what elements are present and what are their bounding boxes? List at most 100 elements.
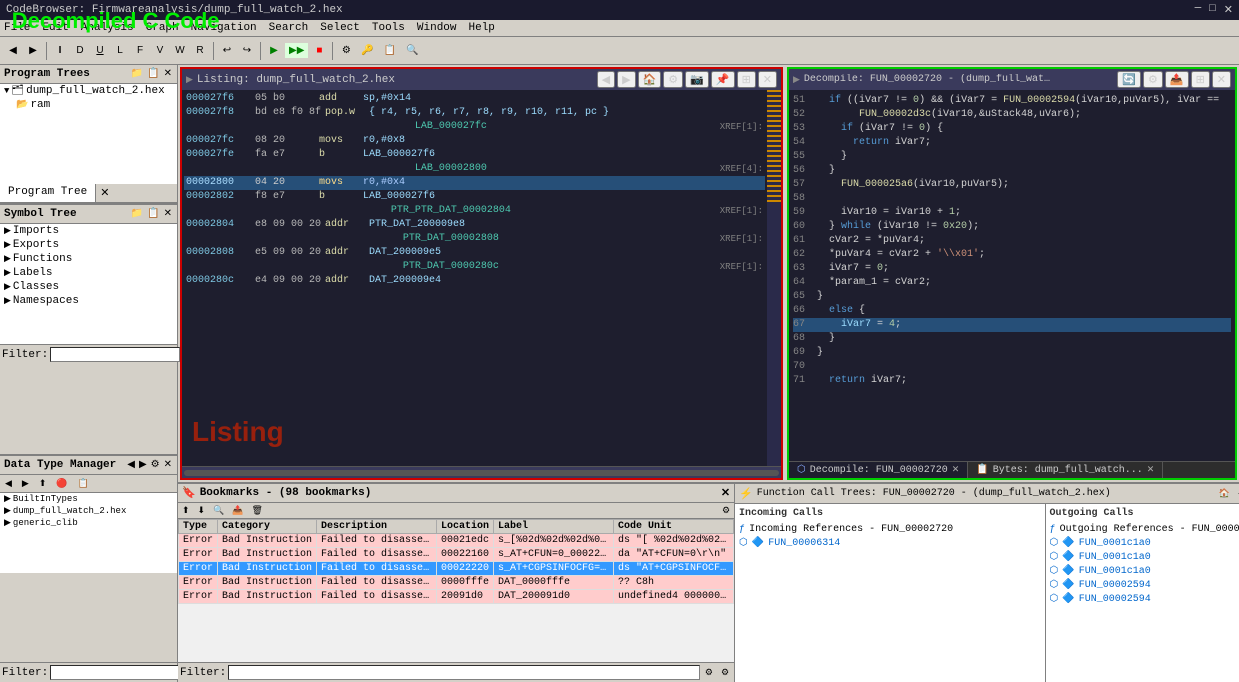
data-type-toolbar-btn1[interactable]: ◀ bbox=[2, 477, 15, 490]
outgoing-fun-1[interactable]: ⬡ 🔷 FUN_0001c1a0 bbox=[1050, 536, 1239, 550]
toolbar-r[interactable]: R bbox=[191, 43, 209, 58]
toolbar-undo[interactable]: ↩ bbox=[218, 43, 236, 58]
bm-toolbar-4[interactable]: 📤 bbox=[229, 504, 246, 517]
decompile-settings[interactable]: ⚙ bbox=[1143, 71, 1163, 88]
menu-window[interactable]: Window bbox=[417, 22, 457, 34]
data-type-toolbar-btn5[interactable]: 📋 bbox=[75, 477, 92, 490]
bm-filter-settings[interactable]: ⚙ bbox=[718, 666, 732, 679]
bm-col-category[interactable]: Category bbox=[218, 520, 317, 534]
close-btn[interactable]: ✕ bbox=[1224, 3, 1233, 17]
bm-row-4[interactable]: ErrorBad InstructionFailed to disassembl… bbox=[179, 576, 734, 590]
listing-settings[interactable]: ⚙ bbox=[663, 71, 683, 88]
bm-col-type[interactable]: Type bbox=[179, 520, 218, 534]
bm-filter-icon[interactable]: ⚙ bbox=[702, 666, 716, 679]
maximize-btn[interactable]: □ bbox=[1209, 3, 1216, 17]
data-type-toolbar-btn2[interactable]: ▶ bbox=[19, 477, 32, 490]
asm-line-2[interactable]: 000027f8 bd e8 f0 8f pop.w { r4, r5, r6,… bbox=[184, 106, 765, 120]
data-type-icon2[interactable]: ▶ bbox=[138, 458, 148, 472]
bm-toolbar-5[interactable]: 🗑 bbox=[249, 504, 266, 517]
toolbar-fwd[interactable]: ▶ bbox=[24, 43, 42, 58]
toolbar-i[interactable]: I bbox=[51, 43, 69, 58]
data-type-icon3[interactable]: ⚙ bbox=[150, 458, 161, 472]
menu-file[interactable]: File bbox=[4, 22, 30, 34]
bytes-tab-close[interactable]: ✕ bbox=[1147, 465, 1155, 475]
listing-expand[interactable]: ⊞ bbox=[737, 71, 756, 88]
bm-toolbar-settings[interactable]: ⚙ bbox=[719, 504, 733, 517]
toolbar-more2[interactable]: 🔑 bbox=[357, 43, 377, 58]
outgoing-fun-2[interactable]: ⬡ 🔷 FUN_0001c1a0 bbox=[1050, 550, 1239, 564]
bm-row-1[interactable]: ErrorBad InstructionFailed to disassembl… bbox=[179, 534, 734, 548]
data-type-close[interactable]: ✕ bbox=[163, 458, 173, 472]
menu-tools[interactable]: Tools bbox=[372, 22, 405, 34]
listing-nav-back[interactable]: ◀ bbox=[597, 71, 615, 88]
decompile-expand[interactable]: ⊞ bbox=[1191, 71, 1210, 88]
toolbar-f[interactable]: F bbox=[131, 43, 149, 58]
dt-builtin[interactable]: ▶BuiltInTypes bbox=[0, 493, 177, 505]
toolbar-u[interactable]: U bbox=[91, 43, 109, 58]
menu-navigation[interactable]: Navigation bbox=[191, 22, 257, 34]
toolbar-back[interactable]: ◀ bbox=[4, 43, 22, 58]
func-nav-back[interactable]: ◀ bbox=[1235, 486, 1239, 501]
toolbar-w[interactable]: W bbox=[171, 43, 189, 58]
bm-toolbar-3[interactable]: 🔍 bbox=[210, 504, 227, 517]
decompile-refresh[interactable]: 🔄 bbox=[1117, 71, 1141, 88]
symbol-tree-close[interactable]: ✕ bbox=[163, 207, 173, 221]
toolbar-stop[interactable]: ■ bbox=[310, 43, 328, 58]
decompile-export[interactable]: 📤 bbox=[1165, 71, 1189, 88]
incoming-fun-1[interactable]: ⬡ 🔷 FUN_00006314 bbox=[739, 536, 1041, 550]
asm-line-8[interactable]: 00002808 e5 09 00 20 addr DAT_200009e5 bbox=[184, 246, 765, 260]
decompile-close[interactable]: ✕ bbox=[1212, 71, 1231, 88]
outgoing-fun-3[interactable]: ⬡ 🔷 FUN_0001c1a0 bbox=[1050, 564, 1239, 578]
asm-line-1[interactable]: 000027f6 05 b0 add sp,#0x14 bbox=[184, 92, 765, 106]
listing-nav-fwd[interactable]: ▶ bbox=[617, 71, 635, 88]
toolbar-run1[interactable]: ▶ bbox=[265, 43, 283, 58]
menu-select[interactable]: Select bbox=[320, 22, 360, 34]
toolbar-v[interactable]: V bbox=[151, 43, 169, 58]
bm-toolbar-1[interactable]: ⬆ bbox=[179, 504, 193, 517]
bm-row-5[interactable]: ErrorBad InstructionFailed to disassembl… bbox=[179, 590, 734, 604]
asm-line-5[interactable]: 00002800 04 20 movs r0,#0x4 bbox=[184, 176, 765, 190]
tab-bytes-dump[interactable]: 📋 Bytes: dump_full_watch... ✕ bbox=[968, 462, 1163, 478]
data-type-toolbar-btn4[interactable]: 🔴 bbox=[53, 477, 70, 490]
asm-line-3[interactable]: 000027fc 08 20 movs r0,#0x8 bbox=[184, 134, 765, 148]
bm-col-description[interactable]: Description bbox=[317, 520, 437, 534]
program-trees-icon2[interactable]: 📋 bbox=[146, 67, 160, 81]
symbol-imports[interactable]: ▶Imports bbox=[0, 224, 177, 238]
tree-root[interactable]: ▼ 🗂 dump_full_watch_2.hex bbox=[0, 84, 177, 98]
data-type-toolbar-btn3[interactable]: ⬆ bbox=[36, 477, 50, 490]
toolbar-more3[interactable]: 📋 bbox=[380, 43, 400, 58]
toolbar-l[interactable]: L bbox=[111, 43, 129, 58]
dt-dump[interactable]: ▶dump_full_watch_2.hex bbox=[0, 505, 177, 517]
listing-snapshot[interactable]: 📷 bbox=[685, 71, 709, 88]
bm-row-3-selected[interactable]: ErrorBad InstructionFailed to disassembl… bbox=[179, 562, 734, 576]
toolbar-run2[interactable]: ▶▶ bbox=[285, 43, 308, 58]
menu-help[interactable]: Help bbox=[469, 22, 495, 34]
data-type-filter-input[interactable] bbox=[50, 665, 180, 680]
menu-search[interactable]: Search bbox=[269, 22, 309, 34]
tree-ram[interactable]: 📂 ram bbox=[0, 98, 177, 112]
bm-row-2[interactable]: ErrorBad InstructionFailed to disassembl… bbox=[179, 548, 734, 562]
symbol-tree-icon1[interactable]: 📁 bbox=[130, 207, 144, 221]
listing-close[interactable]: ✕ bbox=[758, 71, 777, 88]
bm-col-location[interactable]: Location bbox=[437, 520, 494, 534]
toolbar-more4[interactable]: 🔍 bbox=[402, 43, 422, 58]
bookmarks-filter-input[interactable] bbox=[228, 665, 700, 680]
symbol-classes[interactable]: ▶Classes bbox=[0, 280, 177, 294]
listing-pin[interactable]: 📌 bbox=[711, 71, 735, 88]
tab-close-program-tree[interactable]: ✕ bbox=[96, 184, 113, 202]
menu-edit[interactable]: Edit bbox=[42, 22, 68, 34]
symbol-labels[interactable]: ▶Labels bbox=[0, 266, 177, 280]
symbol-exports[interactable]: ▶Exports bbox=[0, 238, 177, 252]
bm-col-label[interactable]: Label bbox=[494, 520, 614, 534]
decompile-tab-close[interactable]: ✕ bbox=[952, 465, 960, 475]
program-trees-close[interactable]: ✕ bbox=[163, 67, 173, 81]
dt-generic[interactable]: ▶generic_clib bbox=[0, 517, 177, 529]
toolbar-d[interactable]: D bbox=[71, 43, 89, 58]
tab-program-tree[interactable]: Program Tree bbox=[0, 184, 96, 202]
asm-line-9[interactable]: 0000280c e4 09 00 20 addr DAT_200009e4 bbox=[184, 274, 765, 288]
menu-analysis[interactable]: Analysis bbox=[81, 22, 134, 34]
symbol-filter-input[interactable] bbox=[50, 347, 180, 362]
toolbar-more1[interactable]: ⚙ bbox=[337, 43, 355, 58]
menu-graph[interactable]: Graph bbox=[146, 22, 179, 34]
tab-decompile-fun[interactable]: ⬡ Decompile: FUN_00002720 ✕ bbox=[789, 462, 968, 478]
